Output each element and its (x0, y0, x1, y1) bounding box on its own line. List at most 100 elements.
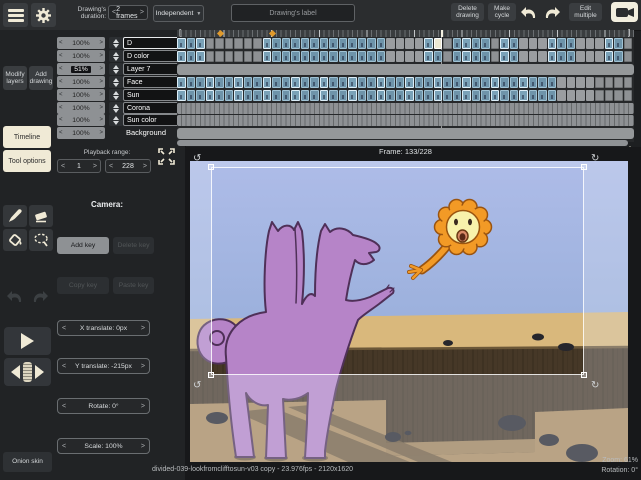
frame-cell[interactable] (187, 77, 196, 88)
modify-layers-button[interactable]: Modify layers (3, 66, 27, 90)
frame-cell[interactable] (415, 51, 424, 62)
frame-cell[interactable] (614, 51, 623, 62)
frame-cell[interactable] (500, 51, 509, 62)
frame-cell[interactable] (234, 90, 243, 101)
increment-chevron[interactable]: > (141, 325, 145, 332)
edit-multiple-button[interactable]: Edit multiple (569, 3, 602, 21)
frame-cell[interactable] (443, 51, 452, 62)
frame-cell[interactable] (519, 90, 528, 101)
drawing-label-input[interactable]: Drawing's label (231, 4, 355, 22)
layer-opacity-stepper[interactable]: <100%> (57, 37, 105, 49)
frame-cell[interactable] (244, 38, 253, 49)
frame-cell[interactable] (548, 77, 557, 88)
frame-cell[interactable] (481, 77, 490, 88)
undo-button-sidebar[interactable] (5, 288, 24, 304)
frame-cell[interactable] (424, 51, 433, 62)
frame-cell[interactable] (377, 38, 386, 49)
frame-cell[interactable] (244, 51, 253, 62)
decrement-chevron[interactable]: < (59, 105, 63, 111)
frame-cell[interactable] (396, 38, 405, 49)
frame-cell[interactable] (567, 77, 576, 88)
timeline-track[interactable] (177, 89, 634, 101)
settings-button[interactable] (31, 3, 56, 27)
decrement-chevron[interactable]: < (59, 130, 63, 136)
frame-cell[interactable] (548, 90, 557, 101)
rotate-handle-icon[interactable]: ↺ (193, 381, 201, 391)
increment-chevron[interactable]: > (141, 403, 145, 410)
increment-chevron[interactable]: > (141, 443, 145, 450)
frame-cell[interactable] (396, 51, 405, 62)
frame-cell[interactable] (282, 90, 291, 101)
frame-cell[interactable] (519, 51, 528, 62)
fill-bucket-tool-button[interactable] (3, 229, 27, 251)
frame-cell[interactable] (557, 51, 566, 62)
frame-cell[interactable] (358, 90, 367, 101)
frame-cell[interactable] (339, 90, 348, 101)
frame-cell[interactable] (519, 77, 528, 88)
frame-cell[interactable] (443, 90, 452, 101)
frame-cell[interactable] (557, 90, 566, 101)
increment-chevron[interactable]: > (99, 92, 103, 98)
move-layer-down-icon[interactable] (113, 44, 119, 48)
play-button[interactable] (4, 327, 51, 355)
frame-cell[interactable] (263, 38, 272, 49)
layer-reorder-control[interactable] (109, 102, 123, 114)
frame-cell[interactable] (538, 51, 547, 62)
undo-button[interactable] (519, 4, 538, 20)
layer-opacity-stepper[interactable]: <51%> (57, 63, 105, 75)
frame-cell[interactable] (348, 38, 357, 49)
frame-cell[interactable] (263, 77, 272, 88)
timeline-track[interactable] (177, 128, 634, 139)
layer-opacity-stepper[interactable]: <100%> (57, 114, 105, 126)
frame-cell[interactable] (567, 51, 576, 62)
frame-cell[interactable] (263, 90, 272, 101)
frame-cell[interactable] (538, 38, 547, 49)
move-layer-up-icon[interactable] (113, 52, 119, 56)
frame-cell[interactable] (605, 38, 614, 49)
camera-frame-handle[interactable] (208, 164, 214, 170)
camera-mode-button[interactable] (611, 2, 638, 22)
frame-cell[interactable] (576, 51, 585, 62)
frame-cell[interactable] (453, 51, 462, 62)
frame-cell[interactable] (225, 77, 234, 88)
frame-cell[interactable] (339, 77, 348, 88)
frame-cell[interactable] (358, 51, 367, 62)
frame-cell[interactable] (557, 77, 566, 88)
frame-cell[interactable] (481, 51, 490, 62)
rotate-handle-icon[interactable]: ↺ (193, 154, 201, 164)
layer-name[interactable]: Sun (123, 89, 179, 101)
frame-cell[interactable] (624, 51, 633, 62)
decrement-chevron[interactable]: < (59, 40, 63, 46)
decrement-chevron[interactable]: < (62, 325, 66, 332)
move-layer-up-icon[interactable] (113, 39, 119, 43)
frame-cell[interactable] (282, 77, 291, 88)
timeline-track[interactable] (177, 103, 634, 114)
frame-cell[interactable] (614, 77, 623, 88)
frame-cell[interactable] (177, 38, 186, 49)
frame-cell[interactable] (377, 90, 386, 101)
frame-cell[interactable] (614, 38, 623, 49)
frame-cell[interactable] (472, 38, 481, 49)
layer-name[interactable]: D color (123, 50, 179, 62)
frame-cell[interactable] (310, 38, 319, 49)
timeline-track[interactable] (177, 64, 634, 75)
layer-reorder-control[interactable] (109, 76, 123, 88)
move-layer-up-icon[interactable] (113, 78, 119, 82)
layer-opacity-stepper[interactable]: <100%> (57, 127, 105, 139)
frame-cell[interactable] (272, 51, 281, 62)
frame-cell[interactable] (424, 90, 433, 101)
frame-cell[interactable] (329, 38, 338, 49)
delete-drawing-button[interactable]: Delete drawing (451, 3, 484, 21)
add-key-button[interactable]: Add key (57, 237, 109, 254)
layer-name[interactable]: Face (123, 76, 179, 88)
camera-y-translate-stepper[interactable]: < Y translate: -215px > (57, 358, 150, 374)
frame-cell[interactable] (510, 51, 519, 62)
decrement-chevron[interactable]: < (109, 163, 113, 170)
frame-cell[interactable] (472, 51, 481, 62)
increment-chevron[interactable]: > (99, 130, 103, 136)
make-cycle-button[interactable]: Make cycle (488, 3, 516, 21)
layer-reorder-control[interactable] (109, 50, 123, 62)
frame-cell[interactable] (187, 90, 196, 101)
frame-cell[interactable] (253, 51, 262, 62)
frame-cell[interactable] (453, 90, 462, 101)
